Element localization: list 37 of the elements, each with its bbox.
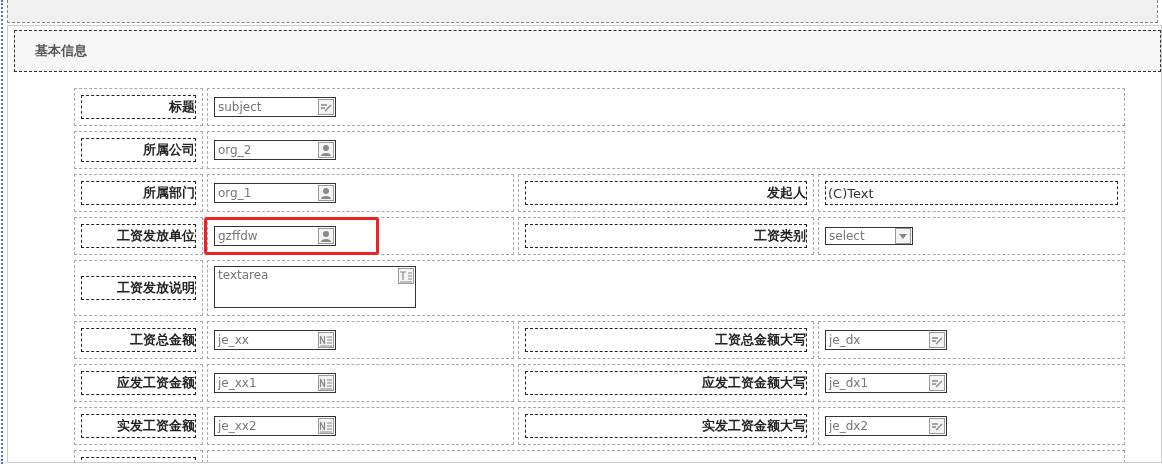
input-field[interactable]: je_xx2 xyxy=(214,416,336,436)
input-field[interactable]: je_dx1 xyxy=(825,373,947,393)
field-value: org_1 xyxy=(218,186,252,200)
field-value: je_xx1 xyxy=(218,376,257,390)
field-label: 发起人 xyxy=(525,181,807,205)
field-label: 实发工资金额 xyxy=(81,414,196,438)
field-value: je_dx1 xyxy=(829,376,869,390)
field-value: org_2 xyxy=(218,143,252,157)
input-field[interactable]: subject xyxy=(214,97,336,117)
textarea-field[interactable]: textarea xyxy=(214,266,416,308)
field-label: 工资总金额 xyxy=(81,328,196,352)
input-field[interactable]: org_2 xyxy=(214,140,336,160)
field-label: 工资类别 xyxy=(525,224,807,248)
field-value: je_xx2 xyxy=(218,419,257,433)
section-title: 基本信息 xyxy=(35,42,87,60)
field-value: je_xx xyxy=(218,333,249,347)
text-field[interactable]: (C)Text xyxy=(825,181,1118,205)
field-value: textarea xyxy=(218,268,269,282)
input-field[interactable]: je_xx1 xyxy=(214,373,336,393)
field-label: 实发工资金额大写 xyxy=(525,414,807,438)
input-field[interactable]: je_xx xyxy=(214,330,336,350)
field-label: 应发工资金额大写 xyxy=(525,371,807,395)
field-value: select xyxy=(829,229,865,243)
field-label: 工资总金额大写 xyxy=(525,328,807,352)
field-label: 所属部门 xyxy=(81,181,196,205)
field-label: 工资发放说明 xyxy=(81,276,196,300)
field-label: 所属公司 xyxy=(81,138,196,162)
field-label: 标题 xyxy=(81,95,196,119)
input-field[interactable]: gzffdw xyxy=(214,226,336,246)
select-field[interactable]: select xyxy=(825,227,913,245)
field-value: je_dx2 xyxy=(829,419,869,433)
input-field[interactable]: org_1 xyxy=(214,183,336,203)
input-field[interactable]: je_dx2 xyxy=(825,416,947,436)
field-value: je_dx xyxy=(829,333,861,347)
field-label: 工资发放单位 xyxy=(81,224,196,248)
field-label: 应发工资金额 xyxy=(81,371,196,395)
input-field[interactable]: je_dx xyxy=(825,330,947,350)
